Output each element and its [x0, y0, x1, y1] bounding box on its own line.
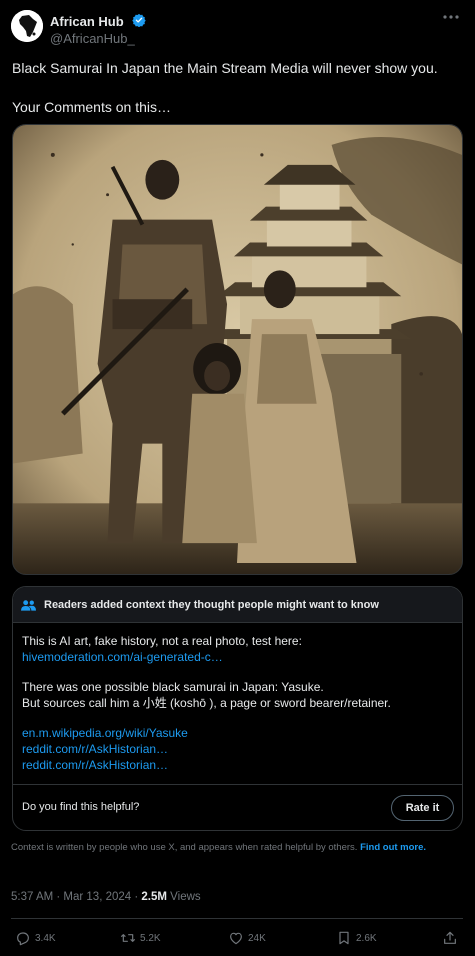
africa-logo-icon: [11, 10, 43, 42]
samurai-family-photo: [13, 125, 462, 574]
verified-badge-icon: [132, 13, 146, 27]
note-text-1: This is AI art, fake history, not a real…: [22, 634, 302, 648]
repost-button[interactable]: 5.2K: [120, 928, 161, 948]
like-count: 24K: [248, 932, 266, 944]
share-button[interactable]: [442, 928, 458, 948]
tweet-header: African Hub @AfricanHub_: [11, 10, 461, 46]
find-out-more-link[interactable]: Find out more.: [360, 842, 426, 853]
like-button[interactable]: 24K: [228, 928, 266, 948]
helpful-question: Do you find this helpful?: [22, 801, 140, 813]
action-bar: 3.4K 5.2K 24K 2.6K: [0, 926, 475, 952]
views-count: 2.5M: [141, 891, 167, 903]
note-title: Readers added context they thought peopl…: [44, 599, 379, 611]
community-note: Readers added context they thought peopl…: [12, 586, 463, 831]
note-body: This is AI art, fake history, not a real…: [22, 633, 452, 773]
people-icon: [21, 600, 36, 611]
avatar[interactable]: [11, 10, 43, 42]
note-link-hivemoderation[interactable]: hivemoderation.com/ai-generated-c…: [22, 649, 452, 665]
bookmark-icon: [339, 931, 349, 945]
rate-it-button[interactable]: Rate it: [391, 795, 454, 821]
reply-count: 3.4K: [35, 932, 56, 944]
repost-icon: [121, 934, 135, 942]
bookmark-button[interactable]: 2.6K: [336, 928, 377, 948]
repost-count: 5.2K: [140, 932, 161, 944]
bookmark-count: 2.6K: [356, 932, 377, 944]
author-name[interactable]: African Hub: [50, 14, 124, 29]
note-rating-row: Do you find this helpful? Rate it: [13, 784, 462, 830]
views-label: Views: [166, 891, 201, 903]
note-link-wikipedia[interactable]: en.m.wikipedia.org/wiki/Yasuke: [22, 725, 452, 741]
share-icon: [444, 931, 456, 944]
note-link-reddit-2[interactable]: reddit.com/r/AskHistorian…: [22, 757, 452, 773]
reply-icon: [17, 932, 29, 946]
tweet-image[interactable]: [12, 124, 463, 575]
disclaimer-text: Context is written by people who use X, …: [11, 842, 358, 853]
more-icon[interactable]: [441, 10, 461, 24]
reply-button[interactable]: 3.4K: [15, 928, 56, 948]
note-text-2: There was one possible black samurai in …: [22, 680, 324, 694]
tweet-line-2: Your Comments on this…: [12, 99, 171, 115]
tweet-text: Black Samurai In Japan the Main Stream M…: [12, 58, 462, 117]
note-text-3: But sources call him a 小姓 (koshō ), a pa…: [22, 696, 391, 710]
timestamp[interactable]: 5:37 AM · Mar 13, 2024 ·: [11, 891, 141, 903]
tweet-line-1: Black Samurai In Japan the Main Stream M…: [12, 60, 438, 76]
author-handle[interactable]: @AfricanHub_: [50, 31, 135, 46]
like-icon: [230, 932, 242, 945]
notes-disclaimer: Context is written by people who use X, …: [11, 841, 456, 854]
note-link-reddit-1[interactable]: reddit.com/r/AskHistorian…: [22, 741, 452, 757]
note-header: Readers added context they thought peopl…: [13, 587, 462, 623]
divider: [11, 918, 463, 919]
tweet-meta: 5:37 AM · Mar 13, 2024 · 2.5M Views: [11, 891, 201, 903]
